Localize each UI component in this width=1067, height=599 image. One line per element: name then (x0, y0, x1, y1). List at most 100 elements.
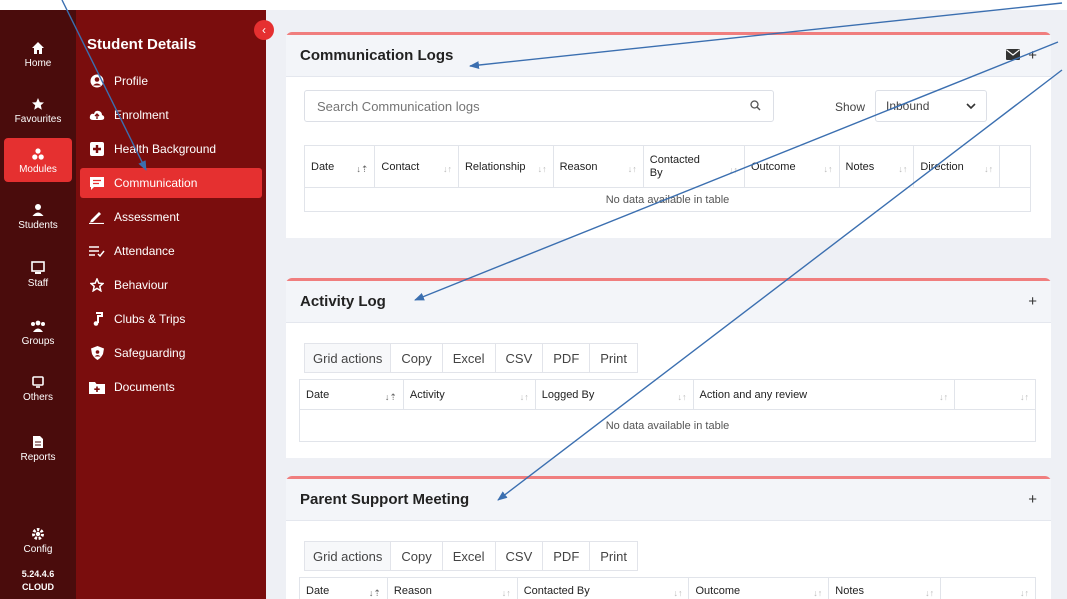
column-header-contacted-by[interactable]: Contacted By ↓↑ (516, 577, 690, 599)
column-header-notes[interactable]: Notes ↓↑ (828, 577, 942, 599)
sidebar-title: Student Details (87, 36, 197, 53)
student-details-sidebar: Student Details Profile Enrolment Health… (76, 10, 266, 599)
rail-item-label: Reports (20, 451, 56, 463)
rail-item-reports[interactable]: Reports (4, 426, 72, 470)
pdf-button[interactable]: PDF (543, 542, 591, 570)
search-communication-input[interactable] (304, 90, 774, 122)
sidebar-item-label: Health Background (114, 142, 217, 156)
column-header-contacted-by[interactable]: Contacted By ↓↑ (642, 145, 745, 188)
sidebar-item-label: Clubs & Trips (114, 312, 186, 326)
folder-plus-icon (88, 379, 106, 395)
panel-title: Activity Log (300, 293, 386, 310)
add-meeting-button[interactable]: + (1028, 491, 1037, 508)
shield-icon (88, 345, 106, 361)
student-icon (29, 202, 47, 218)
column-header-reason[interactable]: Reason ↓↑ (386, 577, 518, 599)
column-header-direction[interactable]: Direction ↓↑ (913, 145, 1001, 188)
sidebar-item-label: Attendance (114, 244, 175, 258)
activity-table: Date ↓⇡ Activity ↓↑ Logged By ↓↑ Action and… (299, 379, 1036, 442)
column-header-action-review[interactable]: Action and any review ↓↑ (692, 379, 956, 410)
column-header-actions (999, 145, 1031, 188)
parent-meeting-table: Date ↓⇡ Reason ↓↑ Contacted By ↓↑ Outcome ↓↑… (299, 577, 1036, 599)
rail-item-others[interactable]: Others (4, 366, 72, 410)
rail-item-students[interactable]: Students (4, 194, 72, 238)
document-top-strip (0, 0, 1067, 10)
rail-item-groups[interactable]: Groups (4, 310, 72, 354)
column-header-outcome[interactable]: Outcome ↓↑ (688, 577, 830, 599)
message-icon (88, 175, 106, 191)
collapse-sidebar-button[interactable]: ‹ (254, 20, 274, 40)
column-header-outcome[interactable]: Outcome ↓↑ (743, 145, 840, 188)
csv-button[interactable]: CSV (496, 344, 544, 372)
sidebar-item-enrolment[interactable]: Enrolment (80, 100, 262, 130)
column-header-actions: ↓↑ (954, 379, 1036, 410)
cloud-upload-icon (88, 107, 106, 123)
pencil-icon (88, 209, 106, 225)
communication-table: Date ↓⇡ Contact ↓↑ Relationship ↓↑ Reason ↓↑… (303, 145, 1031, 212)
column-header-actions: ↓↑ (940, 577, 1036, 599)
sidebar-item-attendance[interactable]: Attendance (80, 236, 262, 266)
staff-icon (29, 260, 47, 276)
sidebar-item-label: Behaviour (114, 278, 169, 292)
groups-icon (29, 318, 47, 334)
rail-item-staff[interactable]: Staff (4, 252, 72, 296)
grid-actions-label: Grid actions (305, 344, 392, 372)
excel-button[interactable]: Excel (443, 542, 496, 570)
column-header-contact[interactable]: Contact ↓↑ (374, 145, 459, 188)
table-header-row: Date ↓⇡ Reason ↓↑ Contacted By ↓↑ Outcome ↓↑… (299, 577, 1036, 599)
gear-icon (29, 526, 47, 542)
sidebar-item-safeguarding[interactable]: Safeguarding (80, 338, 262, 368)
chevron-down-icon (966, 99, 976, 113)
grid-actions-toolbar: Grid actions Copy Excel CSV PDF Print (304, 343, 638, 373)
direction-select-value: Inbound (886, 99, 930, 113)
sidebar-item-communication[interactable]: Communication (80, 168, 262, 198)
column-header-activity[interactable]: Activity ↓↑ (402, 379, 536, 410)
rail-item-modules[interactable]: Modules (4, 138, 72, 182)
list-check-icon (88, 243, 106, 259)
sidebar-item-behaviour[interactable]: Behaviour (80, 270, 262, 300)
column-header-notes[interactable]: Notes ↓↑ (838, 145, 915, 188)
sidebar-item-assessment[interactable]: Assessment (80, 202, 262, 232)
column-header-date[interactable]: Date ↓⇡ (299, 577, 388, 599)
rail-item-label: Students (18, 219, 58, 231)
sidebar-item-label: Assessment (114, 210, 180, 224)
add-activity-button[interactable]: + (1028, 293, 1037, 310)
search-input[interactable] (317, 98, 750, 114)
medical-plus-icon (88, 141, 106, 157)
copy-button[interactable]: Copy (391, 542, 443, 570)
column-header-date[interactable]: Date ↓⇡ (303, 145, 376, 188)
column-header-reason[interactable]: Reason ↓↑ (552, 145, 644, 188)
home-icon (29, 40, 47, 56)
table-row: No data available in table (304, 187, 1031, 212)
panel-header: Activity Log + (286, 281, 1051, 323)
rail-item-label: Others (22, 391, 53, 403)
column-header-logged-by[interactable]: Logged By ↓↑ (534, 379, 694, 410)
sidebar-item-documents[interactable]: Documents (80, 372, 262, 402)
csv-button[interactable]: CSV (496, 542, 544, 570)
envelope-icon[interactable] (1006, 47, 1021, 64)
panel-title: Parent Support Meeting (300, 491, 470, 508)
add-communication-button[interactable]: + (1028, 47, 1037, 64)
rail-item-config[interactable]: Config (4, 518, 72, 562)
sidebar-item-clubs-trips[interactable]: Clubs & Trips (80, 304, 262, 334)
star-icon (29, 96, 47, 112)
search-icon[interactable] (750, 99, 761, 114)
rail-item-label: Favourites (14, 113, 62, 125)
sidebar-item-label: Profile (114, 74, 149, 88)
pdf-button[interactable]: PDF (543, 344, 591, 372)
direction-select[interactable]: Inbound (875, 90, 987, 122)
column-header-relationship[interactable]: Relationship ↓↑ (457, 145, 554, 188)
rail-item-favourites[interactable]: Favourites (4, 88, 72, 132)
rail-item-home[interactable]: Home (4, 32, 72, 76)
column-header-date[interactable]: Date ↓⇡ (299, 379, 404, 410)
excel-button[interactable]: Excel (443, 344, 496, 372)
profile-icon (88, 73, 106, 89)
copy-button[interactable]: Copy (391, 344, 443, 372)
sidebar-item-profile[interactable]: Profile (80, 66, 262, 96)
sidebar-item-health-background[interactable]: Health Background (80, 134, 262, 164)
music-note-icon (88, 311, 106, 327)
print-button[interactable]: Print (590, 344, 637, 372)
sidebar-item-label: Safeguarding (114, 346, 186, 360)
print-button[interactable]: Print (590, 542, 637, 570)
version-label: 5.24.4.6 (21, 569, 55, 579)
